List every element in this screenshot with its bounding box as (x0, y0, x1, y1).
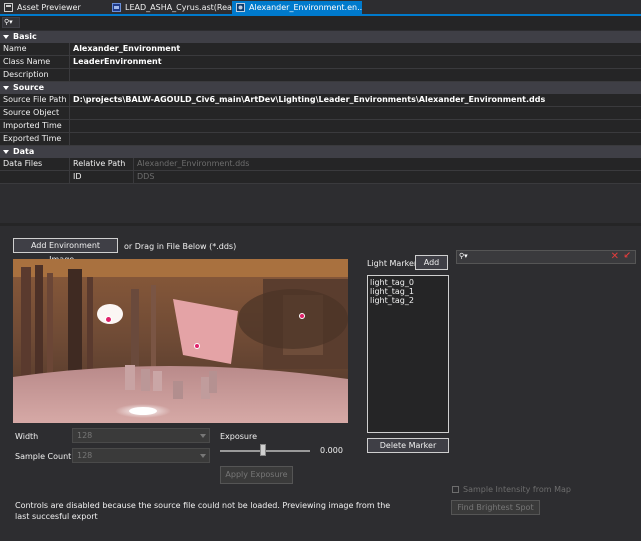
find-brightest-spot-button[interactable]: Find Brightest Spot (451, 500, 540, 515)
property-row-exported-time[interactable]: Exported Time (0, 133, 641, 146)
sample-intensity-label: Sample Intensity from Map (463, 485, 571, 494)
width-select[interactable]: 128 (72, 428, 210, 443)
tab-label: Alexander_Environment.en... (249, 3, 362, 12)
light-markers-label: Light Markers (367, 259, 422, 268)
add-marker-button[interactable]: Add (415, 255, 448, 270)
property-search-strip: ⚲▾ (0, 16, 641, 30)
section-basic[interactable]: Basic (0, 31, 641, 43)
sample-count-label: Sample Count (15, 452, 72, 461)
list-item[interactable]: light_tag_1 (368, 287, 448, 296)
chevron-down-icon (200, 434, 206, 438)
light-markers-list[interactable]: light_tag_0 light_tag_1 light_tag_2 (367, 275, 449, 433)
property-row-imported-time[interactable]: Imported Time (0, 120, 641, 133)
tab-label: LEAD_ASHA_Cyrus.ast(Rea... (125, 3, 232, 12)
collapse-triangle-icon (3, 85, 9, 90)
collapse-triangle-icon (3, 34, 9, 39)
property-grid: Basic Name Alexander_Environment Class Na… (0, 31, 641, 184)
property-row-source-object[interactable]: Source Object (0, 107, 641, 120)
sample-intensity-checkbox[interactable] (452, 486, 459, 493)
tab-alexander-environment[interactable]: Alexander_Environment.en... × (232, 1, 362, 14)
right-search-box[interactable]: ⚲▾ ✕ ↙ (456, 250, 636, 264)
delete-marker-button[interactable]: Delete Marker (367, 438, 449, 453)
list-item[interactable]: light_tag_0 (368, 278, 448, 287)
width-label: Width (15, 432, 39, 441)
document-tab-bar: Asset Previewer LEAD_ASHA_Cyrus.ast(Rea.… (0, 0, 641, 14)
search-dropdown-button[interactable]: ⚲▾ (459, 252, 468, 260)
environment-file-icon (236, 3, 245, 12)
exposure-value: 0.000 (320, 446, 343, 455)
light-marker-handle-2[interactable] (299, 313, 305, 319)
section-data[interactable]: Data (0, 146, 641, 158)
light-marker-handle-1[interactable] (194, 343, 200, 349)
asset-file-icon (112, 3, 121, 12)
exposure-label: Exposure (220, 432, 258, 441)
tab-label: Asset Previewer (17, 3, 81, 12)
panel-divider (0, 223, 641, 226)
slider-thumb[interactable] (260, 444, 266, 456)
tab-lead-asha-cyrus[interactable]: LEAD_ASHA_Cyrus.ast(Rea... (108, 1, 232, 14)
tab-asset-previewer[interactable]: Asset Previewer (0, 1, 108, 14)
property-row-name[interactable]: Name Alexander_Environment (0, 43, 641, 56)
property-row-source-file-path[interactable]: Source File Path D:\projects\BALW-AGOULD_… (0, 94, 641, 107)
drag-hint-label: or Drag in File Below (*.dds) (124, 242, 237, 251)
property-row-description[interactable]: Description (0, 69, 641, 82)
section-source[interactable]: Source (0, 82, 641, 94)
sample-count-select[interactable]: 128 (72, 448, 210, 463)
data-files-row[interactable]: Data Files Relative Path Alexander_Envir… (0, 158, 641, 171)
property-row-class-name[interactable]: Class Name LeaderEnvironment (0, 56, 641, 69)
add-environment-image-button[interactable]: Add Environment Image... (13, 238, 118, 264)
asset-previewer-icon (4, 3, 13, 12)
exposure-slider[interactable] (220, 444, 310, 456)
reset-icon[interactable]: ↙ (623, 251, 631, 261)
status-message: Controls are disabled because the source… (15, 501, 391, 521)
light-marker-handle-0[interactable] (105, 316, 112, 323)
collapse-triangle-icon (3, 149, 9, 154)
clear-search-icon[interactable]: ✕ (611, 251, 619, 262)
search-dropdown-button[interactable]: ⚲▾ (2, 17, 20, 28)
data-files-id-row[interactable]: ID DDS (0, 171, 641, 184)
list-item[interactable]: light_tag_2 (368, 296, 448, 305)
chevron-down-icon (200, 454, 206, 458)
environment-image-preview[interactable] (13, 259, 348, 423)
apply-exposure-button[interactable]: Apply Exposure (220, 466, 293, 484)
